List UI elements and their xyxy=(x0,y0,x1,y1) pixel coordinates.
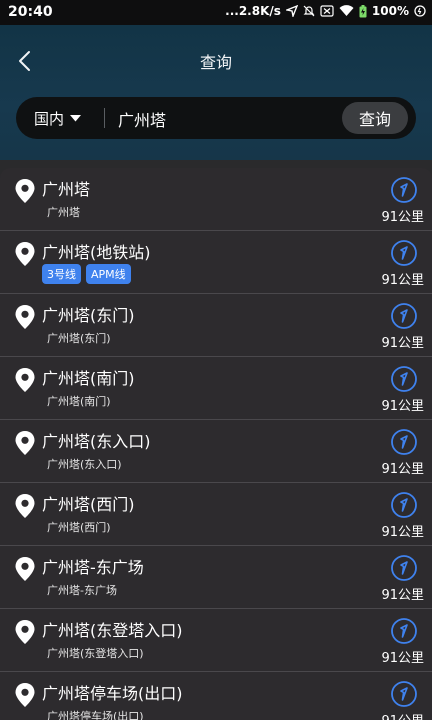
result-distance: 91公里 xyxy=(381,710,424,720)
battery-charging-icon xyxy=(359,4,367,17)
search-bar: 国内 查询 xyxy=(16,97,416,139)
result-item[interactable]: 广州塔(东入口) 广州塔(东入口) 91公里 xyxy=(0,420,432,483)
status-icons: ...2.8K/s 100% xyxy=(225,4,426,18)
location-pin-icon xyxy=(15,494,35,518)
navigate-icon[interactable] xyxy=(390,365,418,393)
result-item[interactable]: 广州塔 广州塔 91公里 xyxy=(0,168,432,231)
result-subtitle: 广州塔-东广场 xyxy=(47,584,117,597)
location-pin-icon xyxy=(15,179,35,203)
navigate-icon[interactable] xyxy=(390,302,418,330)
result-subtitle: 广州塔 xyxy=(47,206,80,219)
location-pin-icon xyxy=(15,620,35,644)
result-item[interactable]: 广州塔(南门) 广州塔(南门) 91公里 xyxy=(0,357,432,420)
status-time: 20:40 xyxy=(8,4,53,20)
result-name: 广州塔(地铁站) xyxy=(42,243,151,262)
result-distance: 91公里 xyxy=(381,210,424,225)
result-name: 广州塔(南门) xyxy=(42,369,135,388)
line-tag: 3号线 xyxy=(42,264,81,284)
result-name: 广州塔(西门) xyxy=(42,495,135,514)
region-label: 国内 xyxy=(34,109,65,128)
result-distance: 91公里 xyxy=(381,462,424,477)
data-saver-icon xyxy=(414,5,426,17)
result-subtitle: 广州塔(东入口) xyxy=(47,458,122,471)
location-pin-icon xyxy=(15,431,35,455)
sim-blocked-icon xyxy=(320,5,334,17)
location-pin-icon xyxy=(15,683,35,707)
mute-icon xyxy=(303,5,315,17)
network-speed: ...2.8K/s xyxy=(225,4,281,18)
result-name: 广州塔(东入口) xyxy=(42,432,151,451)
line-tags: 3号线 APM线 xyxy=(42,264,131,284)
battery-level: 100% xyxy=(371,4,409,18)
location-pin-icon xyxy=(15,557,35,581)
result-name: 广州塔停车场(出口) xyxy=(42,684,183,703)
header: 查询 国内 查询 xyxy=(0,25,432,160)
result-item[interactable]: 广州塔(东门) 广州塔(东门) 91公里 xyxy=(0,294,432,357)
search-divider xyxy=(104,108,105,128)
result-subtitle: 广州塔(西门) xyxy=(47,521,111,534)
navigate-icon[interactable] xyxy=(390,680,418,708)
result-subtitle: 广州塔停车场(出口) xyxy=(47,710,144,720)
region-selector[interactable]: 国内 xyxy=(34,97,82,139)
result-item[interactable]: 广州塔-东广场 广州塔-东广场 91公里 xyxy=(0,546,432,609)
result-name: 广州塔-东广场 xyxy=(42,558,144,577)
navigate-icon[interactable] xyxy=(390,239,418,267)
location-pin-icon xyxy=(15,242,35,266)
result-distance: 91公里 xyxy=(381,588,424,603)
location-arrow-icon xyxy=(285,5,298,17)
navigate-icon[interactable] xyxy=(390,554,418,582)
navigate-icon[interactable] xyxy=(390,176,418,204)
result-name: 广州塔(东登塔入口) xyxy=(42,621,183,640)
results-list: 广州塔 广州塔 91公里 广州塔(地铁站) 3号线 APM线 91公里 广州塔(… xyxy=(0,168,432,720)
result-item[interactable]: 广州塔(东登塔入口) 广州塔(东登塔入口) 91公里 xyxy=(0,609,432,672)
search-input[interactable] xyxy=(116,103,350,135)
result-distance: 91公里 xyxy=(381,525,424,540)
location-pin-icon xyxy=(15,368,35,392)
result-distance: 91公里 xyxy=(381,273,424,288)
location-pin-icon xyxy=(15,305,35,329)
result-subtitle: 广州塔(东登塔入口) xyxy=(47,647,144,660)
navigate-icon[interactable] xyxy=(390,617,418,645)
wifi-icon xyxy=(339,5,354,16)
result-subtitle: 广州塔(东门) xyxy=(47,332,111,345)
line-tag: APM线 xyxy=(86,264,131,284)
status-bar: 20:40 ...2.8K/s 100% xyxy=(0,0,432,25)
result-distance: 91公里 xyxy=(381,399,424,414)
caret-down-icon xyxy=(70,114,82,121)
result-item[interactable]: 广州塔停车场(出口) 广州塔停车场(出口) 91公里 xyxy=(0,672,432,720)
query-button[interactable]: 查询 xyxy=(342,102,408,134)
result-name: 广州塔 xyxy=(42,180,91,199)
result-distance: 91公里 xyxy=(381,651,424,666)
result-item[interactable]: 广州塔(地铁站) 3号线 APM线 91公里 xyxy=(0,231,432,294)
result-subtitle: 广州塔(南门) xyxy=(47,395,111,408)
page-title: 查询 xyxy=(199,53,232,72)
result-distance: 91公里 xyxy=(381,336,424,351)
navigate-icon[interactable] xyxy=(390,428,418,456)
result-name: 广州塔(东门) xyxy=(42,306,135,325)
result-item[interactable]: 广州塔(西门) 广州塔(西门) 91公里 xyxy=(0,483,432,546)
navigate-icon[interactable] xyxy=(390,491,418,519)
